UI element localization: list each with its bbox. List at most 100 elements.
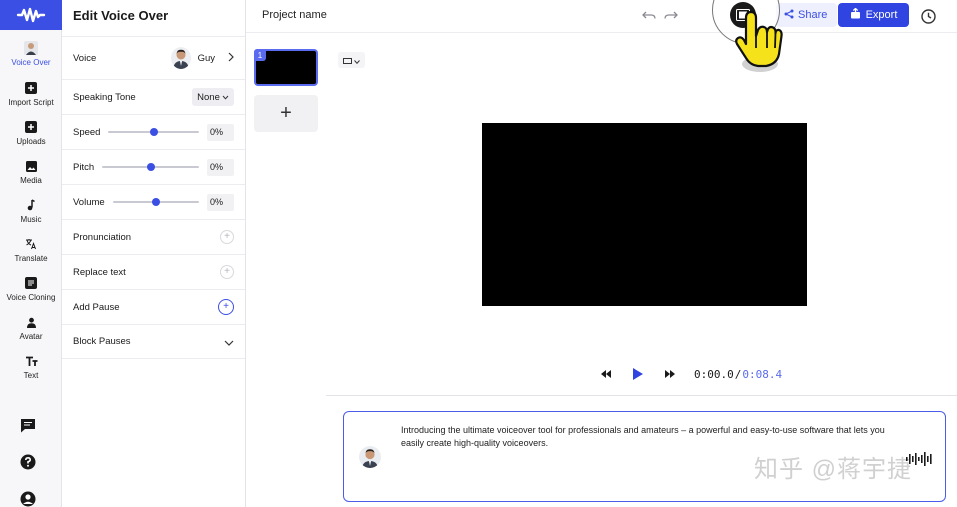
- speed-slider-knob[interactable]: [149, 128, 158, 136]
- app-logo[interactable]: [0, 0, 62, 30]
- rail-item-label: Translate: [14, 254, 48, 263]
- rail-item-label: Music: [20, 215, 42, 224]
- plus-square-icon: [25, 119, 37, 135]
- text-icon: [25, 353, 38, 369]
- image-icon: [25, 158, 37, 174]
- chevron-right-icon: [228, 49, 234, 67]
- rail-item-import-script[interactable]: Import Script: [0, 80, 62, 116]
- timeline-divider: [326, 395, 957, 396]
- rail-item-label: Text: [23, 371, 39, 380]
- rail-item-label: Voice Cloning: [6, 293, 56, 302]
- speaker-avatar[interactable]: [359, 446, 381, 468]
- add-pause-row[interactable]: Add Pause +: [62, 289, 245, 324]
- volume-slider[interactable]: [112, 197, 199, 207]
- music-note-icon: [26, 197, 36, 213]
- chevron-down-icon: [354, 51, 360, 69]
- project-name[interactable]: Project name: [262, 9, 327, 21]
- rewind-icon[interactable]: [598, 366, 614, 382]
- chevron-down-icon[interactable]: [224, 333, 234, 351]
- person-icon: [26, 314, 37, 330]
- add-pause-icon[interactable]: +: [218, 299, 234, 315]
- speed-label: Speed: [73, 126, 101, 138]
- speed-value[interactable]: 0%: [207, 123, 234, 141]
- voice-name: Guy: [197, 52, 215, 64]
- aspect-ratio-select[interactable]: [338, 52, 365, 68]
- voice-clone-icon: [25, 275, 37, 291]
- total-time: 0:08.4: [742, 368, 783, 381]
- rail-item-avatar[interactable]: Avatar: [0, 314, 62, 350]
- avatar-icon: [24, 40, 38, 56]
- account-icon[interactable]: [19, 490, 37, 507]
- aspect-ratio-icon: [343, 51, 352, 69]
- left-rail: Voice Over Import Script Uploads Media M…: [0, 0, 62, 507]
- chevron-down-icon: [222, 92, 229, 103]
- pronunciation-label: Pronunciation: [73, 231, 132, 243]
- top-bar: Project name Share Export: [246, 0, 957, 33]
- rail-item-voice-over[interactable]: Voice Over: [0, 40, 62, 76]
- pronunciation-row[interactable]: Pronunciation +: [62, 219, 245, 254]
- voice-avatar: [170, 47, 191, 69]
- rail-item-label: Uploads: [16, 137, 46, 146]
- rail-item-label: Import Script: [8, 98, 54, 107]
- pitch-value[interactable]: 0%: [207, 158, 234, 176]
- add-pronunciation-icon[interactable]: +: [220, 230, 234, 244]
- speed-slider[interactable]: [108, 127, 199, 137]
- translate-icon: [25, 236, 37, 252]
- history-icon[interactable]: [920, 8, 936, 24]
- fast-forward-icon[interactable]: [662, 366, 678, 382]
- rail-item-text[interactable]: Text: [0, 353, 62, 389]
- scene-number: 1: [254, 49, 266, 61]
- block-pauses-label: Block Pauses: [73, 336, 131, 347]
- speaking-tone-label: Speaking Tone: [73, 91, 136, 103]
- rail-item-label: Voice Over: [11, 58, 51, 67]
- volume-row: Volume 0%: [62, 184, 245, 219]
- speaking-tone-row: Speaking Tone None: [62, 79, 245, 114]
- current-time: 0:00.0: [694, 368, 734, 381]
- voice-row[interactable]: Voice Guy: [62, 36, 245, 79]
- speaking-tone-value: None: [197, 91, 220, 103]
- time-separator: /: [734, 368, 742, 381]
- app-root: Voice Over Import Script Uploads Media M…: [0, 0, 957, 507]
- export-button[interactable]: Export: [838, 3, 909, 27]
- video-canvas[interactable]: [482, 123, 807, 306]
- help-icon[interactable]: [19, 453, 37, 471]
- pitch-slider[interactable]: [102, 162, 199, 172]
- edit-voice-panel: Edit Voice Over Voice Guy Speaking Tone …: [62, 0, 246, 507]
- audio-wave-icon[interactable]: [905, 451, 933, 472]
- volume-label: Volume: [73, 196, 105, 208]
- undo-icon[interactable]: [641, 8, 657, 24]
- volume-value[interactable]: 0%: [207, 193, 234, 211]
- rail-item-media[interactable]: Media: [0, 158, 62, 194]
- waveform-logo-icon: [16, 7, 46, 23]
- pitch-row: Pitch 0%: [62, 149, 245, 184]
- export-icon: [850, 7, 861, 22]
- play-icon[interactable]: [630, 366, 646, 382]
- rail-item-translate[interactable]: Translate: [0, 236, 62, 272]
- share-icon: [784, 9, 794, 22]
- hand-pointer-icon: [724, 0, 784, 81]
- script-text[interactable]: Introducing the ultimate voiceover tool …: [401, 424, 901, 450]
- volume-slider-knob[interactable]: [151, 198, 160, 206]
- block-pauses-row[interactable]: Block Pauses: [62, 324, 245, 359]
- pitch-label: Pitch: [73, 161, 95, 173]
- panel-title: Edit Voice Over: [73, 8, 169, 23]
- speaking-tone-select[interactable]: None: [192, 88, 234, 106]
- replace-text-row[interactable]: Replace text +: [62, 254, 245, 289]
- share-label: Share: [798, 9, 828, 21]
- pitch-slider-knob[interactable]: [146, 163, 155, 171]
- scene-thumbnail[interactable]: 1: [254, 49, 318, 86]
- voice-label: Voice: [73, 52, 97, 64]
- rail-item-label: Avatar: [19, 332, 43, 341]
- redo-icon[interactable]: [663, 8, 679, 24]
- speed-row: Speed 0%: [62, 114, 245, 149]
- rail-item-uploads[interactable]: Uploads: [0, 119, 62, 155]
- add-replace-text-icon[interactable]: +: [220, 265, 234, 279]
- rail-item-voice-cloning[interactable]: Voice Cloning: [0, 275, 62, 311]
- rail-item-music[interactable]: Music: [0, 197, 62, 233]
- export-label: Export: [865, 9, 898, 21]
- time-display: 0:00.0/0:08.4: [694, 368, 782, 381]
- chat-icon[interactable]: [19, 416, 37, 434]
- add-scene-button[interactable]: +: [254, 95, 318, 132]
- share-button[interactable]: Share: [776, 3, 838, 27]
- replace-text-label: Replace text: [73, 266, 126, 278]
